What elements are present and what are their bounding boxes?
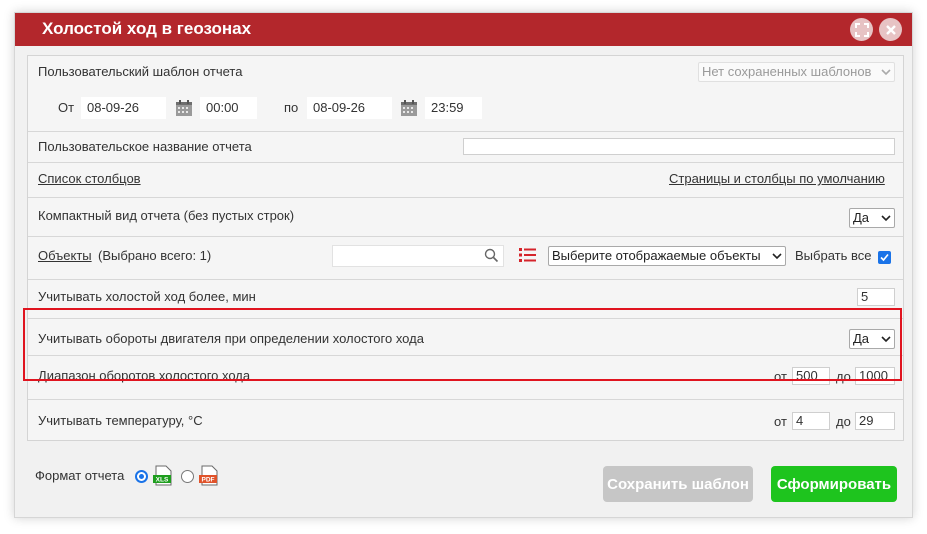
template-select-value: Нет сохраненных шаблонов: [702, 64, 872, 79]
compact-select[interactable]: Да: [849, 208, 895, 228]
objects-select[interactable]: Выберите отображаемые объекты: [548, 246, 786, 266]
temperature-from-input[interactable]: 4: [792, 412, 830, 430]
xls-icon-text: XLS: [156, 477, 169, 484]
to-date-input[interactable]: 08-09-26: [307, 97, 392, 119]
select-all-checkbox[interactable]: [878, 251, 891, 264]
save-template-button[interactable]: Сохранить шаблон: [603, 466, 753, 502]
compact-label: Компактный вид отчета (без пустых строк): [38, 208, 295, 223]
temperature-from-label: от: [774, 414, 787, 429]
chevron-down-icon: [772, 253, 782, 260]
calendar-icon[interactable]: [400, 99, 418, 117]
close-icon[interactable]: [879, 18, 902, 41]
pdf-file-icon: PDF: [199, 465, 218, 486]
report-name-input[interactable]: [463, 138, 895, 155]
objects-select-value: Выберите отображаемые объекты: [552, 248, 761, 263]
chevron-down-icon: [881, 336, 891, 343]
divider: [28, 197, 903, 198]
rpm-to-input[interactable]: 1000: [855, 367, 895, 385]
engine-rpm-select-value: Да: [853, 331, 870, 346]
objects-selected-count: (Выбрано всего: 1): [98, 248, 212, 263]
columns-list-link[interactable]: Список столбцов: [38, 171, 141, 186]
to-time-input[interactable]: 23:59: [425, 97, 482, 119]
chevron-down-icon: [881, 69, 891, 76]
checkmark-icon: [880, 253, 889, 262]
template-select[interactable]: Нет сохраненных шаблонов: [698, 62, 895, 82]
rpm-from-label: от: [774, 369, 787, 384]
temperature-to-input[interactable]: 29: [855, 412, 895, 430]
divider: [28, 131, 903, 132]
pdf-icon-text: PDF: [202, 477, 215, 484]
template-label: Пользовательский шаблон отчета: [38, 64, 243, 79]
default-columns-link[interactable]: Страницы и столбцы по умолчанию: [669, 171, 885, 186]
idle-more-input[interactable]: 5: [857, 288, 895, 306]
divider: [28, 279, 903, 280]
divider: [28, 318, 903, 319]
calendar-icon[interactable]: [175, 99, 193, 117]
xls-file-icon: XLS: [153, 465, 172, 486]
engine-rpm-label: Учитывать обороты двигателя при определе…: [38, 331, 424, 346]
rpm-to-label: до: [836, 369, 851, 384]
divider: [28, 399, 903, 400]
engine-rpm-select[interactable]: Да: [849, 329, 895, 349]
period-to-label: по: [284, 100, 299, 115]
report-dialog: Холостой ход в геозонах Пользовательский…: [14, 12, 913, 518]
idle-more-label: Учитывать холостой ход более, мин: [38, 289, 256, 304]
select-all-label: Выбрать все: [795, 248, 872, 263]
expand-icon[interactable]: [850, 18, 873, 41]
divider: [28, 162, 903, 163]
period-from-label: От: [58, 100, 75, 115]
objects-search-input[interactable]: [332, 245, 504, 267]
list-icon[interactable]: [519, 247, 537, 263]
dialog-titlebar: Холостой ход в геозонах: [15, 13, 912, 46]
format-label: Формат отчета: [35, 468, 125, 483]
compact-select-value: Да: [853, 210, 870, 225]
temperature-to-label: до: [836, 414, 851, 429]
divider: [28, 355, 903, 356]
chevron-down-icon: [881, 215, 891, 222]
dialog-title: Холостой ход в геозонах: [42, 19, 252, 38]
format-pdf-radio[interactable]: [181, 470, 194, 483]
search-icon[interactable]: [484, 248, 499, 263]
generate-button[interactable]: Сформировать: [771, 466, 897, 502]
rpm-range-label: Диапазон оборотов холостого хода: [38, 368, 251, 383]
from-date-input[interactable]: 08-09-26: [81, 97, 166, 119]
rpm-from-input[interactable]: 500: [792, 367, 830, 385]
temperature-label: Учитывать температуру, °С: [38, 413, 203, 428]
settings-panel: Пользовательский шаблон отчета Нет сохра…: [27, 55, 904, 441]
report-name-label: Пользовательское название отчета: [38, 139, 252, 154]
from-time-input[interactable]: 00:00: [200, 97, 257, 119]
divider: [28, 236, 903, 237]
objects-link[interactable]: Объекты: [38, 248, 92, 263]
format-xls-radio[interactable]: [135, 470, 148, 483]
